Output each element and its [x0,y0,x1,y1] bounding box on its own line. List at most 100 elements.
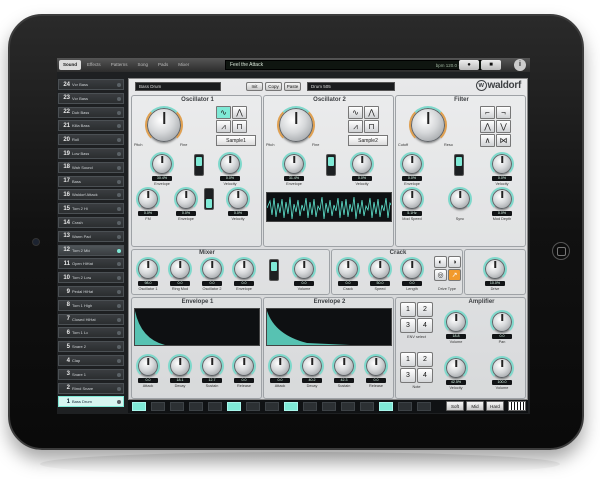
mixer-osc1-knob[interactable] [136,257,160,281]
copy-button[interactable]: Copy [265,82,282,91]
init-button[interactable]: Init [246,82,263,91]
amp-velocity-knob[interactable] [444,356,468,380]
tab-mixer[interactable]: Mixer [174,60,193,70]
drum-list-item[interactable]: 12 Tom 2 Mid [58,244,124,256]
mixer-envelope-knob[interactable] [232,257,256,281]
mixer-ringmod-knob[interactable] [168,257,192,281]
sequencer-step[interactable] [170,402,184,411]
env1-decay-knob[interactable] [168,354,192,378]
osc1-sample-button[interactable]: Sample1 [216,135,256,146]
drum-list-item[interactable]: 3 Snare 1 [58,368,124,380]
sequencer-step[interactable] [379,402,393,411]
sequencer-step[interactable] [322,402,336,411]
osc2-pitch-knob[interactable] [277,106,315,144]
osc1-saw-wave-button[interactable]: ⩘ [216,120,231,133]
drive-knob[interactable] [483,257,507,281]
env1-attack-knob[interactable] [136,354,160,378]
osc1-envelope-knob[interactable] [150,152,174,176]
drive-type-2-button[interactable]: ◑ [448,256,461,268]
drum-list-item[interactable]: 21 Killa Bass [58,120,124,132]
amp-volume2-knob[interactable] [490,356,514,380]
osc1-triangle-wave-button[interactable]: ⋀ [232,106,247,119]
drum-list-item[interactable]: 1 Bass Drum [58,396,124,408]
crack-crack-knob[interactable] [336,257,360,281]
osc2-velocity-knob[interactable] [350,152,374,176]
sequencer-step[interactable] [341,402,355,411]
filter-mode-switch[interactable] [454,154,464,176]
velocity-mid-button[interactable]: Mid [466,401,484,411]
envelope-1-display[interactable] [134,308,260,346]
osc2-triangle-wave-button[interactable]: ⋀ [364,106,379,119]
osc1-square-wave-button[interactable]: ⊓ [232,120,247,133]
osc1-velocity-knob[interactable] [218,152,242,176]
osc2-sine-wave-button[interactable]: ∿ [348,106,363,119]
filter-peak-button[interactable]: ∧ [480,134,495,147]
osc2-square-wave-button[interactable]: ⊓ [364,120,379,133]
env2-release-knob[interactable] [364,354,388,378]
note-1-button[interactable]: 1 [400,352,416,367]
sequencer-step[interactable] [151,402,165,411]
env1-release-knob[interactable] [232,354,256,378]
sequencer-step[interactable] [398,402,412,411]
filter-sync-knob[interactable] [448,187,472,211]
drum-list-item[interactable]: 23 Vcr Bass [58,92,124,104]
filter-lowpass-button[interactable]: ⌐ [480,106,495,119]
tab-pads[interactable]: Pads [154,60,172,70]
crack-length-knob[interactable] [400,257,424,281]
filter-off-button[interactable]: ⋈ [496,134,511,147]
drum-list-item[interactable]: 17 Bass [58,175,124,187]
sequencer-step[interactable] [189,402,203,411]
env-select-2-button[interactable]: 2 [417,302,433,317]
note-3-button[interactable]: 3 [400,368,416,383]
mixer-switch[interactable] [269,259,279,281]
tab-patterns[interactable]: Patterns [107,60,132,70]
sequencer-step[interactable] [265,402,279,411]
drum-list-item[interactable]: 15 Tom 2 Hi [58,203,124,215]
osc1-fm-knob[interactable] [136,187,160,211]
drum-list-item[interactable]: 10 Tom 2 Low [58,272,124,284]
sequencer-step[interactable] [360,402,374,411]
drive-type-1-button[interactable]: ◐ [434,256,447,268]
envelope-2-display[interactable] [266,308,392,346]
tab-sound[interactable]: Sound [59,60,81,70]
instrument-name-field[interactable]: Bass Drum [135,82,221,91]
tab-song[interactable]: Song [133,60,152,70]
preset-field[interactable]: Drum 505 [307,82,395,91]
drum-list-item[interactable]: 20 Roll [58,134,124,146]
drum-list-item[interactable]: 4 Clap [58,355,124,366]
drum-list-item[interactable]: 13 Warm Pad [58,230,124,242]
osc1-sine-wave-button[interactable]: ∿ [216,106,231,119]
sequencer-step[interactable] [132,402,146,411]
drive-type-4-button[interactable]: ↗ [448,269,461,281]
paste-button[interactable]: Paste [284,82,301,91]
velocity-hard-button[interactable]: Hard [486,401,504,411]
crack-speed-knob[interactable] [368,257,392,281]
filter-notch-button[interactable]: ⋁ [496,120,511,133]
sequencer-step[interactable] [227,402,241,411]
sequencer-step[interactable] [246,402,260,411]
info-button[interactable]: i [514,59,526,71]
env2-decay-knob[interactable] [300,354,324,378]
osc1-fm-velocity-knob[interactable] [226,187,250,211]
env-select-1-button[interactable]: 1 [400,302,416,317]
drum-list-item[interactable]: 2 Rimd Snare [58,382,124,394]
drum-list-item[interactable]: 5 Snare 2 [58,341,124,353]
home-button[interactable] [552,242,570,260]
env-select-4-button[interactable]: 4 [417,318,433,333]
osc2-saw-wave-button[interactable]: ⩘ [348,120,363,133]
osc1-pitch-knob[interactable] [145,106,183,144]
sequencer-step[interactable] [417,402,431,411]
mixer-osc2-knob[interactable] [200,257,224,281]
drum-list-item[interactable]: 22 Dub Bass [58,106,124,118]
env-select-3-button[interactable]: 3 [400,318,416,333]
sequencer-step[interactable] [208,402,222,411]
crack-volume-knob[interactable] [292,257,316,281]
osc2-envelope-knob[interactable] [282,152,306,176]
osc2-mode-switch[interactable] [326,154,336,176]
drive-type-3-button[interactable]: ◎ [434,269,447,281]
stop-button[interactable]: ■ [481,60,501,70]
drum-list-item[interactable]: 11 Open HiHat [58,258,124,270]
drum-list-item[interactable]: 9 Pedal HiHat [58,286,124,297]
tab-effects[interactable]: Effects [83,60,105,70]
drum-list-item[interactable]: 6 Tom 1 Lo [58,327,124,339]
